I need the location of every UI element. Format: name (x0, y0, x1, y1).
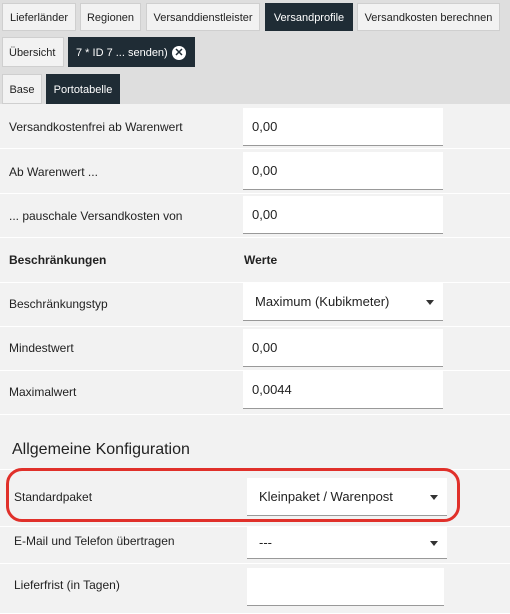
max-input[interactable]: 0,0044 (243, 371, 443, 409)
from-value-input[interactable]: 0,00 (243, 152, 443, 190)
tab-versanddienstleister[interactable]: Versanddienstleister (146, 3, 260, 31)
form-area: Versandkostenfrei ab Warenwert 0,00 Ab W… (0, 104, 510, 614)
tab-regionen[interactable]: Regionen (80, 3, 141, 31)
highlight-annotation (6, 468, 460, 522)
tab-portotabelle[interactable]: Portotabelle (46, 74, 120, 104)
chevron-down-icon (426, 300, 434, 305)
flat-rate-label: ... pauschale Versandkosten von (9, 209, 183, 223)
row-delivery-time: Lieferfrist (in Tagen) (0, 564, 510, 614)
tab-base[interactable]: Base (2, 74, 42, 104)
row-free-from: Versandkostenfrei ab Warenwert 0,00 (0, 104, 510, 149)
min-label: Mindestwert (9, 341, 74, 355)
max-label: Maximalwert (9, 385, 77, 399)
row-restrictions-header: Beschränkungen Werte (0, 238, 510, 283)
top-tab-bar: Lieferländer Regionen Versanddienstleist… (0, 0, 510, 34)
free-from-input[interactable]: 0,00 (243, 108, 443, 146)
tab-profile[interactable]: 7 * ID 7 ... senden) ✕ (68, 37, 195, 67)
row-flat-rate: ... pauschale Versandkosten von 0,00 (0, 194, 510, 238)
email-phone-value: --- (259, 535, 272, 550)
sub-tab-bar: Übersicht 7 * ID 7 ... senden) ✕ (0, 34, 510, 70)
tab-profile-label: 7 * ID 7 ... senden) (76, 47, 168, 59)
min-input[interactable]: 0,00 (243, 329, 443, 367)
tab-lieferlaender[interactable]: Lieferländer (2, 3, 76, 31)
row-max: Maximalwert 0,0044 (0, 371, 510, 415)
flat-rate-input[interactable]: 0,00 (243, 196, 443, 234)
free-from-label: Versandkostenfrei ab Warenwert (9, 120, 183, 134)
values-header: Werte (244, 253, 278, 267)
tab-versandkosten-berechnen[interactable]: Versandkosten berechnen (357, 3, 500, 31)
email-phone-select[interactable]: --- (247, 527, 447, 559)
row-restriction-type: Beschränkungstyp Maximum (Kubikmeter) (0, 283, 510, 327)
restriction-type-select[interactable]: Maximum (Kubikmeter) (243, 283, 443, 321)
restrictions-header: Beschränkungen (9, 253, 107, 267)
inner-tab-bar: Base Portotabelle (0, 70, 510, 106)
row-min: Mindestwert 0,00 (0, 327, 510, 371)
section-title-general: Allgemeine Konfiguration (12, 441, 190, 458)
row-from-value: Ab Warenwert ... 0,00 (0, 149, 510, 194)
chevron-down-icon (430, 541, 438, 546)
close-icon[interactable]: ✕ (172, 46, 186, 60)
restriction-type-value: Maximum (Kubikmeter) (255, 294, 390, 309)
restriction-type-label: Beschränkungstyp (9, 297, 108, 311)
row-email-phone: E-Mail und Telefon übertragen --- (0, 527, 510, 564)
tab-versandprofile[interactable]: Versandprofile (265, 3, 353, 31)
tab-uebersicht[interactable]: Übersicht (2, 37, 64, 67)
email-phone-label: E-Mail und Telefon übertragen (14, 534, 175, 548)
delivery-time-input[interactable] (247, 568, 444, 606)
delivery-time-label: Lieferfrist (in Tagen) (14, 578, 120, 592)
from-value-label: Ab Warenwert ... (9, 165, 98, 179)
